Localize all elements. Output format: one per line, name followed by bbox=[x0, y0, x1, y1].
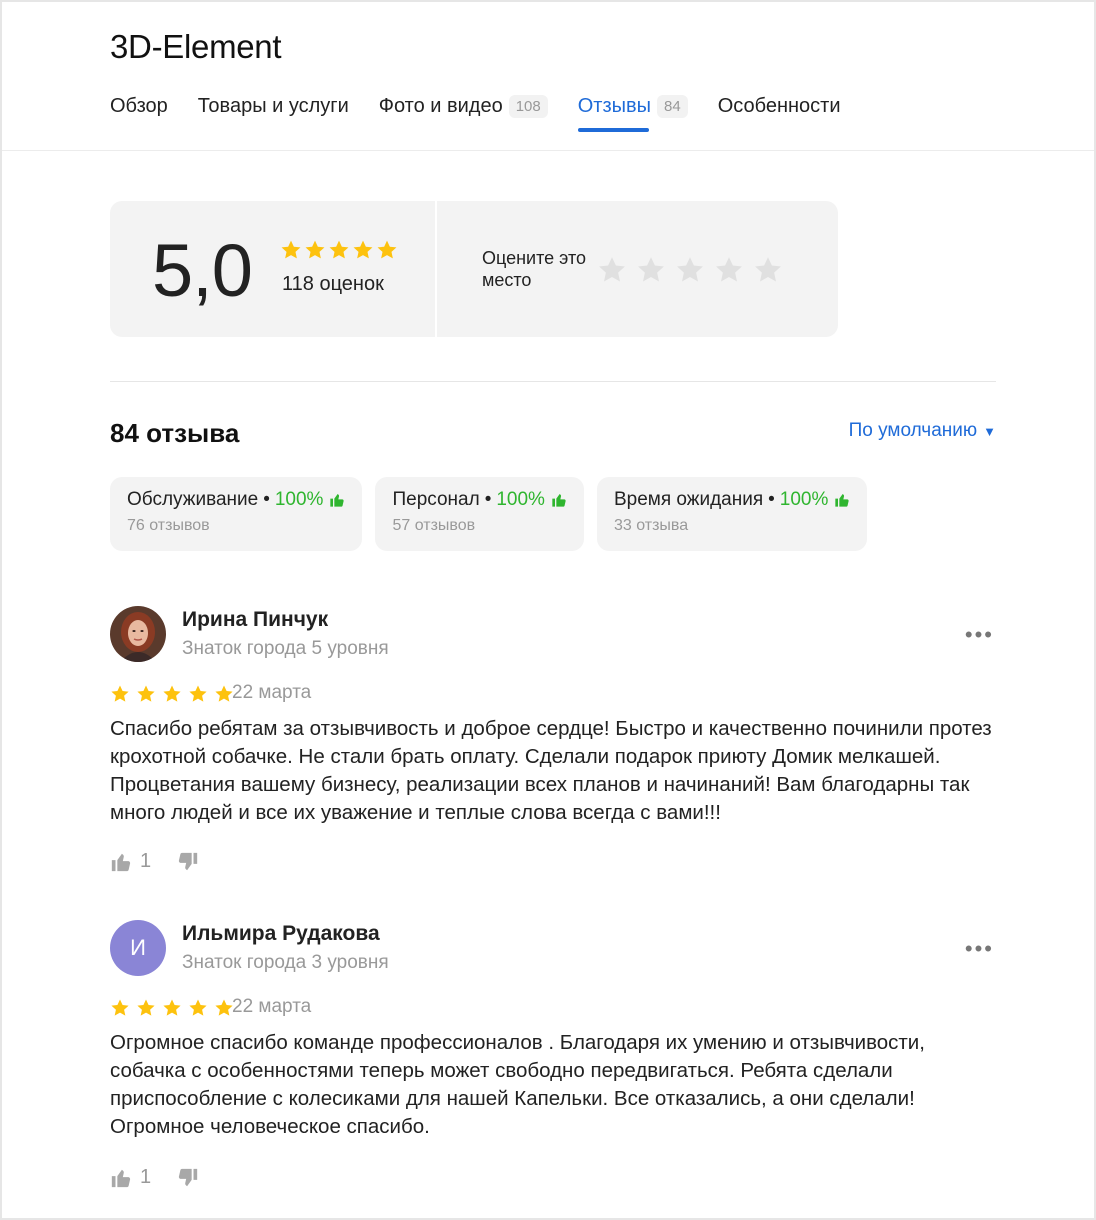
review-stars bbox=[110, 998, 240, 1018]
like-count: 1 bbox=[140, 850, 152, 872]
star-icon bbox=[353, 240, 373, 259]
review-reactions: 1 bbox=[110, 850, 199, 873]
rate-star-icon[interactable] bbox=[597, 255, 627, 285]
star-icon bbox=[215, 999, 233, 1016]
avatar[interactable] bbox=[110, 606, 166, 662]
sort-label: По умолчанию bbox=[848, 420, 978, 441]
tab-goods-services[interactable]: Товары и услуги bbox=[198, 90, 349, 122]
review-date: 22 марта bbox=[232, 996, 312, 1017]
review-text: Огромное спасибо команде профессионалов … bbox=[110, 1031, 925, 1138]
avatar-letter: И bbox=[130, 935, 146, 960]
review-text: Спасибо ребятам за отзывчивость и доброе… bbox=[110, 717, 992, 824]
rate-star-icon[interactable] bbox=[753, 255, 783, 285]
star-icon bbox=[281, 240, 301, 259]
dislike-button[interactable] bbox=[177, 851, 199, 873]
tab-photo-video[interactable]: Фото и видео 108 bbox=[379, 90, 548, 122]
star-icon bbox=[163, 685, 181, 702]
ratings-count: 118 оценок bbox=[282, 273, 384, 295]
tab-bar: Обзор Товары и услуги Фото и видео 108 О… bbox=[110, 90, 871, 132]
star-icon bbox=[215, 685, 233, 702]
aspect-count: 57 отзывов bbox=[392, 517, 476, 534]
dot-separator: • bbox=[768, 489, 775, 510]
thumb-up-icon bbox=[111, 1169, 131, 1187]
like-button[interactable]: 1 bbox=[110, 850, 151, 873]
avatar[interactable]: И bbox=[110, 920, 166, 976]
review-stars bbox=[110, 684, 240, 704]
aspect-chip-waiting-time[interactable]: Время ожидания • 100% 33 отзыва bbox=[596, 477, 868, 551]
star-icon bbox=[189, 685, 207, 702]
tab-label: Товары и услуги bbox=[197, 94, 349, 117]
thumb-up-icon bbox=[552, 494, 566, 507]
rating-stars bbox=[280, 239, 400, 261]
aspect-count: 33 отзыва bbox=[613, 517, 689, 534]
tab-reviews[interactable]: Отзывы 84 bbox=[577, 90, 688, 132]
header-divider bbox=[2, 150, 1094, 151]
aspect-percent: 100% bbox=[496, 489, 545, 510]
tab-label: Отзывы bbox=[577, 94, 652, 117]
rate-prompt: Оцените это место bbox=[482, 248, 587, 290]
rating-score: 5,0 bbox=[152, 229, 253, 312]
review-reactions: 1 bbox=[110, 1166, 199, 1189]
reviews-heading: 84 отзыва bbox=[110, 418, 240, 448]
card-divider bbox=[435, 201, 437, 337]
aspect-label: Персонал bbox=[392, 489, 480, 510]
tab-label: Обзор bbox=[110, 94, 168, 117]
more-dots-icon[interactable]: ••• bbox=[965, 936, 994, 962]
dot-separator: • bbox=[263, 489, 270, 510]
aspect-filters: Обслуживание • 100% 76 отзывов Персонал … bbox=[110, 477, 880, 551]
sort-dropdown[interactable]: По умолчанию ▼ bbox=[849, 420, 996, 442]
rate-star-icon[interactable] bbox=[714, 255, 744, 285]
aspect-percent: 100% bbox=[779, 489, 829, 510]
star-icon bbox=[305, 240, 325, 259]
aspect-count: 76 отзывов bbox=[127, 517, 210, 534]
aspect-label: Время ожидания bbox=[613, 489, 764, 510]
star-icon bbox=[111, 685, 129, 702]
caret-down-icon: ▼ bbox=[983, 423, 996, 439]
tab-features[interactable]: Особенности bbox=[718, 90, 841, 122]
thumb-down-icon bbox=[179, 1168, 198, 1186]
like-button[interactable]: 1 bbox=[110, 1166, 151, 1189]
star-icon bbox=[137, 999, 155, 1016]
rate-stars-input bbox=[597, 255, 792, 285]
review-date: 22 марта bbox=[232, 682, 312, 703]
aspect-chip-staff[interactable]: Персонал • 100% 57 отзывов bbox=[375, 477, 584, 551]
star-icon bbox=[137, 685, 155, 702]
star-icon bbox=[163, 999, 181, 1016]
rate-star-icon[interactable] bbox=[675, 255, 705, 285]
author-level: Знаток города 3 уровня bbox=[182, 952, 389, 973]
author-name[interactable]: Ирина Пинчук bbox=[182, 608, 328, 632]
star-icon bbox=[329, 240, 349, 259]
author-level: Знаток города 5 уровня bbox=[182, 638, 389, 659]
aspect-percent: 100% bbox=[274, 489, 324, 510]
star-icon bbox=[111, 999, 129, 1016]
thumb-down-icon bbox=[179, 852, 198, 870]
tab-count-badge: 108 bbox=[508, 94, 548, 118]
rating-summary-card: 5,0 118 оценок Оцените это место bbox=[110, 201, 838, 337]
like-count: 1 bbox=[140, 1166, 152, 1188]
rate-star-icon[interactable] bbox=[636, 255, 666, 285]
thumb-up-icon bbox=[835, 494, 850, 507]
thumb-up-icon bbox=[330, 494, 345, 507]
section-divider bbox=[110, 381, 996, 382]
tab-label: Особенности bbox=[717, 94, 841, 117]
dislike-button[interactable] bbox=[177, 1167, 199, 1189]
star-icon bbox=[189, 999, 207, 1016]
more-dots-icon[interactable]: ••• bbox=[965, 622, 994, 648]
author-name[interactable]: Ильмира Рудакова bbox=[182, 922, 380, 946]
tab-label: Фото и видео bbox=[378, 94, 503, 117]
aspect-chip-service[interactable]: Обслуживание • 100% 76 отзывов bbox=[110, 477, 363, 551]
avatar-photo bbox=[110, 606, 166, 662]
dot-separator: • bbox=[484, 489, 492, 510]
star-icon bbox=[377, 240, 397, 259]
active-tab-indicator bbox=[577, 128, 649, 132]
org-title: 3D-Element bbox=[110, 28, 282, 65]
aspect-label: Обслуживание bbox=[127, 489, 259, 510]
tab-overview[interactable]: Обзор bbox=[110, 90, 168, 122]
tab-count-badge: 84 bbox=[657, 94, 688, 118]
thumb-up-icon bbox=[111, 853, 131, 871]
